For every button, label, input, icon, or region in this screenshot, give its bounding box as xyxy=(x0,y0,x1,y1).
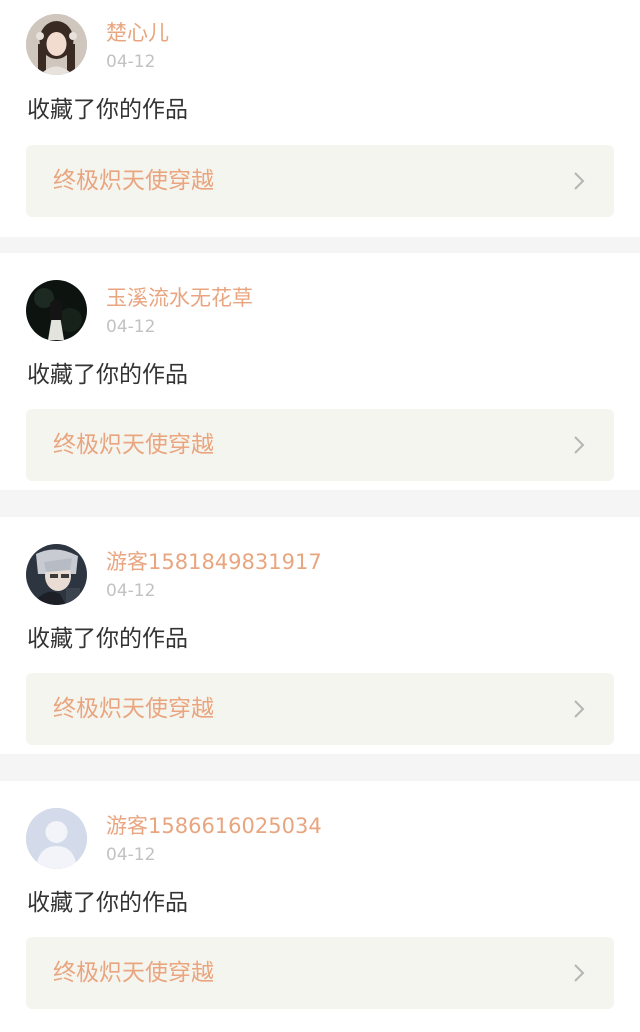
work-title: 终极炽天使穿越 xyxy=(53,960,214,986)
action-text: 收藏了你的作品 xyxy=(27,626,188,652)
work-link-card[interactable]: 终极炽天使穿越 xyxy=(26,145,614,217)
work-title: 终极炽天使穿越 xyxy=(53,168,214,194)
chevron-right-icon xyxy=(571,169,587,193)
avatar-girl-icon xyxy=(26,14,87,75)
username[interactable]: 玉溪流水无花草 xyxy=(106,284,253,312)
notification-card: 玉溪流水无花草 04-12 收藏了你的作品 终极炽天使穿越 xyxy=(0,253,640,490)
work-link-card[interactable]: 终极炽天使穿越 xyxy=(26,673,614,745)
avatar-dark-figure-icon xyxy=(26,280,87,341)
username[interactable]: 游客1581849831917 xyxy=(106,548,322,576)
avatar-default-silhouette-icon xyxy=(26,808,87,869)
notification-card: 楚心儿 04-12 收藏了你的作品 终极炽天使穿越 xyxy=(0,0,640,237)
username[interactable]: 游客1586616025034 xyxy=(106,812,322,840)
notification-card: 游客1581849831917 04-12 收藏了你的作品 终极炽天使穿越 xyxy=(0,517,640,754)
work-link-card[interactable]: 终极炽天使穿越 xyxy=(26,409,614,481)
chevron-right-icon xyxy=(571,961,587,985)
notification-feed: 楚心儿 04-12 收藏了你的作品 终极炽天使穿越 玉溪流水无花草 04-12 … xyxy=(0,0,640,1032)
user-avatar[interactable] xyxy=(26,14,87,75)
timestamp: 04-12 xyxy=(106,581,156,601)
avatar-anime-boy-icon xyxy=(26,544,87,605)
notification-card: 游客1586616025034 04-12 收藏了你的作品 终极炽天使穿越 xyxy=(0,781,640,1032)
work-title: 终极炽天使穿越 xyxy=(53,696,214,722)
timestamp: 04-12 xyxy=(106,52,156,72)
timestamp: 04-12 xyxy=(106,317,156,337)
username[interactable]: 楚心儿 xyxy=(106,19,169,47)
action-text: 收藏了你的作品 xyxy=(27,890,188,916)
user-avatar[interactable] xyxy=(26,280,87,341)
user-avatar[interactable] xyxy=(26,544,87,605)
work-link-card[interactable]: 终极炽天使穿越 xyxy=(26,937,614,1009)
action-text: 收藏了你的作品 xyxy=(27,97,188,123)
user-avatar[interactable] xyxy=(26,808,87,869)
work-title: 终极炽天使穿越 xyxy=(53,432,214,458)
chevron-right-icon xyxy=(571,697,587,721)
timestamp: 04-12 xyxy=(106,845,156,865)
chevron-right-icon xyxy=(571,433,587,457)
action-text: 收藏了你的作品 xyxy=(27,362,188,388)
